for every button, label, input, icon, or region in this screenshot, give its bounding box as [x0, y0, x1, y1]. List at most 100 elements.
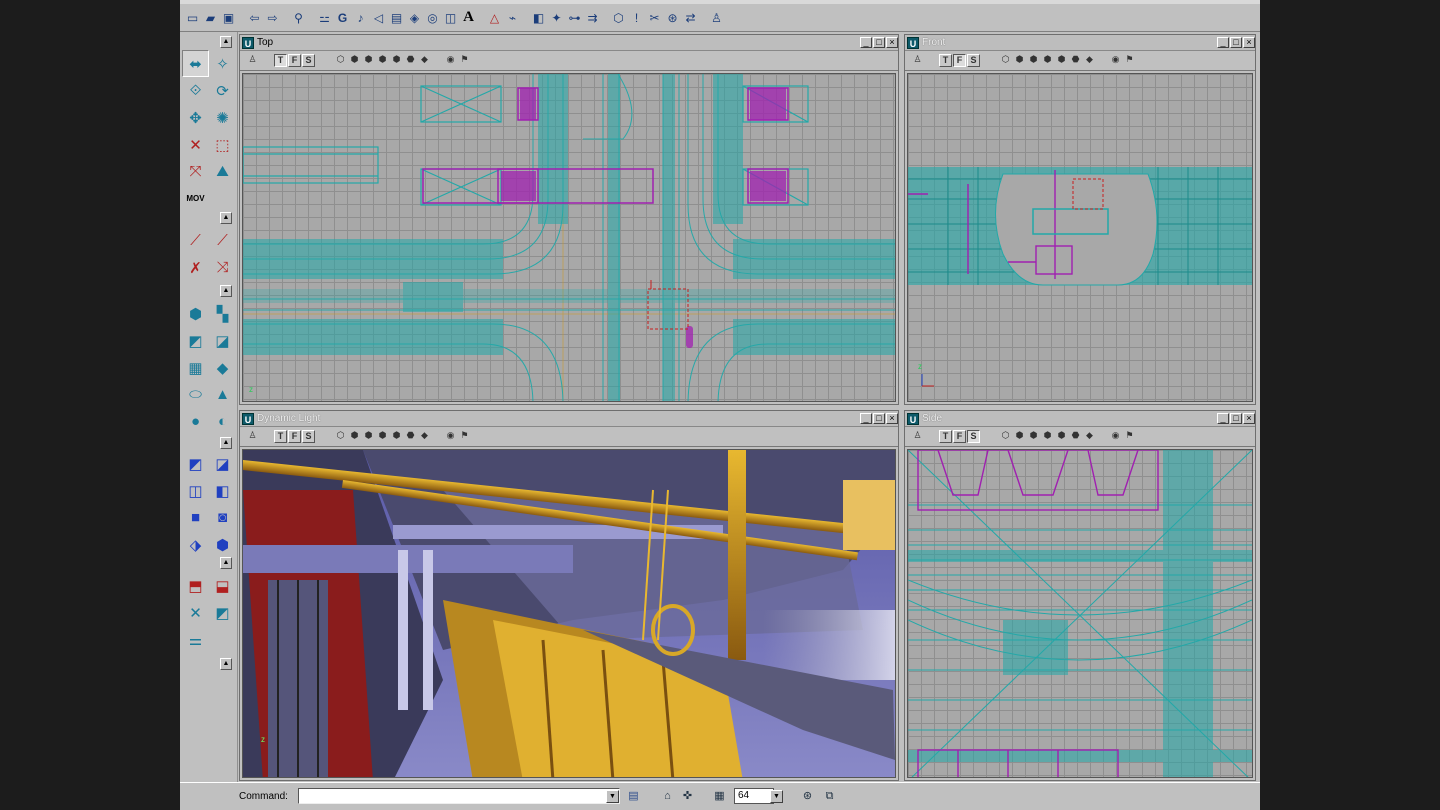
invert-selection-icon[interactable]: ◩	[209, 599, 236, 626]
cone-builder-icon[interactable]: ▲	[209, 381, 236, 408]
realtime-eye-icon[interactable]: ◉	[444, 430, 457, 443]
clip-flip-icon[interactable]: ✗	[182, 254, 209, 281]
matinee-icon[interactable]: ⊛	[664, 9, 681, 27]
binoculars-icon[interactable]: ⚲	[290, 9, 307, 27]
rotate-icon[interactable]: ⟳	[209, 77, 236, 104]
viewport-menu-icon[interactable]: ♙	[911, 430, 924, 443]
face-drag-icon[interactable]: ✕	[182, 131, 209, 158]
intersect-brush-icon[interactable]: ◫	[182, 477, 209, 504]
terrain-edit-icon[interactable]: ✺	[209, 104, 236, 131]
depth-mode-icon[interactable]: ⬢	[1055, 54, 1068, 67]
brush-mode-icon[interactable]: ◆	[1083, 54, 1096, 67]
camera-move-icon[interactable]: ⬌	[182, 50, 209, 77]
viewport-menu-icon[interactable]: ♙	[246, 54, 259, 67]
zone-mode-icon[interactable]: ⬢	[348, 430, 361, 443]
lighting-mode-icon[interactable]: ⬢	[1041, 54, 1054, 67]
depth-mode-icon[interactable]: ⬢	[1055, 430, 1068, 443]
build-lighting-icon[interactable]: ✦	[548, 9, 565, 27]
realtime-eye-icon[interactable]: ◉	[1109, 430, 1122, 443]
properties-icon[interactable]: ⇄	[682, 9, 699, 27]
play-icon[interactable]: !	[628, 9, 645, 27]
redo-icon[interactable]: ⇨	[264, 9, 281, 27]
view-front-button[interactable]: F	[953, 54, 966, 67]
mountain-icon[interactable]: ⛰	[209, 158, 236, 185]
lighting-mode-icon[interactable]: ⬢	[1041, 430, 1054, 443]
open-icon[interactable]: ▰	[202, 9, 219, 27]
close-button[interactable]: ×	[1243, 37, 1255, 48]
font-icon[interactable]: A	[460, 9, 477, 27]
select-inside-icon[interactable]: ✕	[182, 599, 209, 626]
lighting-mode-icon[interactable]: ⬢	[376, 54, 389, 67]
sheet-builder-icon[interactable]: ◪	[209, 327, 236, 354]
mesh-icon[interactable]: ◈	[406, 9, 423, 27]
textured-mode-icon[interactable]: ⬢	[362, 430, 375, 443]
log-window-icon[interactable]: ▤	[626, 789, 641, 804]
add-mover-icon[interactable]: ⬗	[182, 531, 209, 558]
view-side-button[interactable]: S	[967, 430, 980, 443]
minimize-button[interactable]: _	[860, 37, 872, 48]
textured-mode-icon[interactable]: ⬢	[1027, 430, 1040, 443]
group-collapse-button[interactable]: ▲	[220, 212, 232, 224]
build-all-icon[interactable]: ⇉	[584, 9, 601, 27]
static-mesh-icon[interactable]: ◫	[442, 9, 459, 27]
view-side-button[interactable]: S	[302, 430, 315, 443]
terrain-icon[interactable]: △	[486, 9, 503, 27]
deintersect-brush-icon[interactable]: ◧	[209, 477, 236, 504]
close-button[interactable]: ×	[1243, 413, 1255, 424]
wireframe-mode-icon[interactable]: ⬡	[999, 430, 1012, 443]
clip-icon[interactable]: ⟋	[182, 227, 209, 254]
clip-split-icon[interactable]: ⟋	[209, 227, 236, 254]
add-volume-icon[interactable]: ◙	[209, 504, 236, 531]
save-icon[interactable]: ▣	[220, 9, 237, 27]
view-top-button[interactable]: T	[939, 54, 952, 67]
add-static-mesh-icon[interactable]: ⬢	[209, 531, 236, 558]
group-browser-icon[interactable]: G	[334, 9, 351, 27]
wireframe-mode-icon[interactable]: ⬡	[999, 54, 1012, 67]
viewport-menu-icon[interactable]: ♙	[246, 430, 259, 443]
view-top-button[interactable]: T	[274, 430, 287, 443]
brush-mode-icon[interactable]: ◆	[1083, 430, 1096, 443]
view-top-button[interactable]: T	[274, 54, 287, 67]
terrain-builder-icon[interactable]: ▦	[182, 354, 209, 381]
textured-mode-icon[interactable]: ⬢	[1027, 54, 1040, 67]
command-input[interactable]	[298, 788, 620, 804]
cylinder-builder-icon[interactable]: ⬭	[182, 381, 209, 408]
curved-stair-icon[interactable]: ◩	[182, 327, 209, 354]
subtract-brush-icon[interactable]: ◪	[209, 450, 236, 477]
lock-view-icon[interactable]: ⚑	[458, 54, 471, 67]
group-collapse-button[interactable]: ▲	[220, 437, 232, 449]
zone-mode-icon[interactable]: ⬢	[1013, 54, 1026, 67]
add-special-icon[interactable]: ■	[182, 504, 209, 531]
lighting-mode-icon[interactable]: ⬢	[376, 430, 389, 443]
depth-mode-icon[interactable]: ⬢	[390, 430, 403, 443]
clip-delete-icon[interactable]: ⤨	[209, 254, 236, 281]
lock-view-icon[interactable]: ⚑	[1123, 430, 1136, 443]
show-selected-icon[interactable]: ⬒	[182, 572, 209, 599]
actor-class-icon[interactable]: ⚍	[316, 9, 333, 27]
dynamic-light-mode-icon[interactable]: ⬣	[404, 430, 417, 443]
view-side-button[interactable]: S	[302, 54, 315, 67]
command-dropdown-icon[interactable]: ▼	[606, 790, 619, 803]
kismet-icon[interactable]: ✂	[646, 9, 663, 27]
hide-selected-icon[interactable]: ⬓	[209, 572, 236, 599]
view-side-button[interactable]: S	[967, 54, 980, 67]
music-icon[interactable]: ♪	[352, 9, 369, 27]
group-collapse-button[interactable]: ▲	[220, 658, 232, 670]
maximize-viewport-icon[interactable]: ⧉	[822, 789, 837, 804]
sphere-builder-icon[interactable]: ●	[182, 408, 209, 435]
dynamic-light-mode-icon[interactable]: ⬣	[404, 54, 417, 67]
build-geometry-icon[interactable]: ◧	[530, 9, 547, 27]
texture-icon[interactable]: ▤	[388, 9, 405, 27]
viewport-menu-icon[interactable]: ♙	[911, 54, 924, 67]
realtime-eye-icon[interactable]: ◉	[444, 54, 457, 67]
depth-mode-icon[interactable]: ⬢	[390, 54, 403, 67]
move-icon[interactable]: ✥	[182, 104, 209, 131]
actor-icon[interactable]: ♙	[708, 9, 725, 27]
rotation-snap-icon[interactable]: ⊛	[800, 789, 815, 804]
viewport-canvas-3d[interactable]: z	[242, 449, 896, 778]
realtime-eye-icon[interactable]: ◉	[1109, 54, 1122, 67]
viewport-front[interactable]: U Front _ □ × ♙ T F S ⬡ ⬢ ⬢ ⬢ ⬢ ⬣ ◆ ◉ ⚑	[904, 34, 1256, 405]
new-icon[interactable]: ▭	[184, 9, 201, 27]
brush-mode-icon[interactable]: ◆	[418, 54, 431, 67]
close-button[interactable]: ×	[886, 413, 898, 424]
